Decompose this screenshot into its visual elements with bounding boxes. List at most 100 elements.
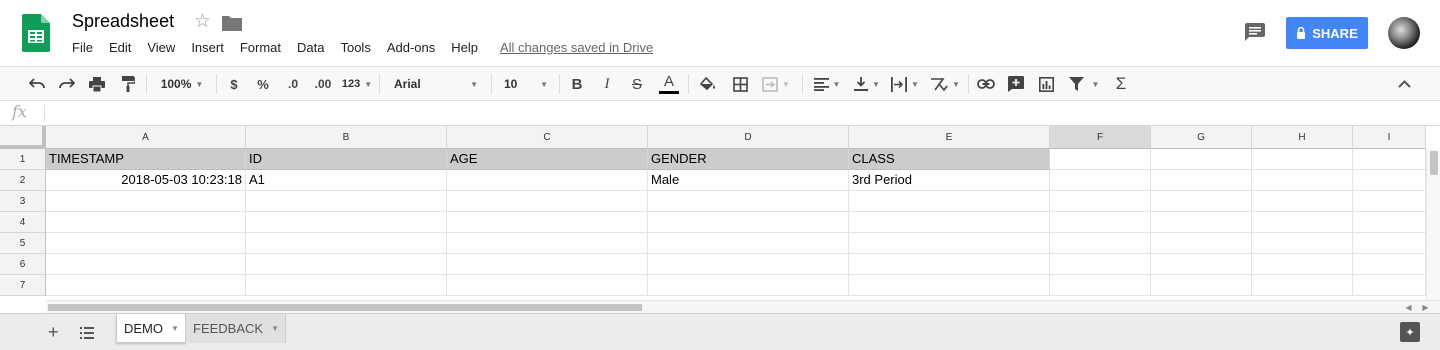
fill-color-icon[interactable] — [697, 67, 719, 101]
menu-format[interactable]: Format — [232, 39, 289, 57]
filter-icon[interactable]: ▼ — [1064, 67, 1104, 101]
cell-d7[interactable] — [648, 275, 849, 296]
cell-b4[interactable] — [246, 212, 447, 233]
cell-c1[interactable]: AGE — [447, 149, 648, 170]
sheet-tab-demo[interactable]: DEMO ▼ — [116, 314, 186, 343]
undo-icon[interactable] — [26, 67, 48, 101]
row-header-1[interactable]: 1 — [0, 149, 46, 170]
cell-f3[interactable] — [1050, 191, 1151, 212]
bold-button[interactable]: B — [567, 67, 587, 101]
insert-comment-icon[interactable] — [1005, 67, 1027, 101]
font-size-select[interactable]: 10 ▼ — [498, 67, 554, 101]
cell-e4[interactable] — [849, 212, 1050, 233]
cell-i7[interactable] — [1353, 275, 1426, 296]
star-icon[interactable]: ☆ — [194, 11, 211, 33]
cell-a3[interactable] — [46, 191, 246, 212]
horizontal-scroll-thumb[interactable] — [48, 304, 642, 311]
increase-decimal-button[interactable]: .00 — [310, 67, 336, 101]
sheet-tab-feedback[interactable]: FEEDBACK ▼ — [186, 314, 286, 343]
more-formats-select[interactable]: 123 ▼ — [340, 67, 374, 101]
spreadsheet-grid[interactable]: A B C D E F G H I 1 TIMESTAMP ID AGE GENDER CLASS 2 2018… — [0, 126, 1440, 312]
vertical-align-icon[interactable]: ▼ — [850, 67, 884, 101]
cell-i4[interactable] — [1353, 212, 1426, 233]
cell-i1[interactable] — [1353, 149, 1426, 170]
cell-h1[interactable] — [1252, 149, 1353, 170]
cell-g6[interactable] — [1151, 254, 1252, 275]
cell-i3[interactable] — [1353, 191, 1426, 212]
cell-d1[interactable]: GENDER — [648, 149, 849, 170]
merge-cells-icon[interactable]: ▼ — [758, 67, 794, 101]
cell-e3[interactable] — [849, 191, 1050, 212]
menu-insert[interactable]: Insert — [183, 39, 232, 57]
select-all-corner[interactable] — [0, 126, 46, 149]
strikethrough-button[interactable]: S — [627, 67, 647, 101]
zoom-select[interactable]: 100% ▼ — [152, 67, 212, 101]
folder-icon[interactable] — [222, 15, 242, 31]
decrease-decimal-button[interactable]: .0 — [282, 67, 304, 101]
cell-a2[interactable]: 2018-05-03 10:23:18 — [46, 170, 246, 191]
add-sheet-button[interactable]: + — [48, 322, 59, 342]
menu-edit[interactable]: Edit — [101, 39, 139, 57]
row-header-3[interactable]: 3 — [0, 191, 46, 212]
cell-e2[interactable]: 3rd Period — [849, 170, 1050, 191]
cell-i6[interactable] — [1353, 254, 1426, 275]
cell-c2[interactable] — [447, 170, 648, 191]
cell-d4[interactable] — [648, 212, 849, 233]
cell-e7[interactable] — [849, 275, 1050, 296]
menu-view[interactable]: View — [139, 39, 183, 57]
text-color-button[interactable]: A — [658, 67, 680, 101]
column-header-e[interactable]: E — [849, 126, 1050, 149]
cell-g4[interactable] — [1151, 212, 1252, 233]
cell-g3[interactable] — [1151, 191, 1252, 212]
chevron-down-icon[interactable]: ▼ — [271, 324, 279, 333]
menu-tools[interactable]: Tools — [332, 39, 378, 57]
cell-f1[interactable] — [1050, 149, 1151, 170]
cell-h3[interactable] — [1252, 191, 1353, 212]
menu-add-ons[interactable]: Add-ons — [379, 39, 443, 57]
formula-input[interactable] — [50, 101, 1430, 125]
save-status-link[interactable]: All changes saved in Drive — [500, 39, 653, 57]
insert-link-icon[interactable] — [975, 67, 997, 101]
menu-file[interactable]: File — [64, 39, 101, 57]
cell-b5[interactable] — [246, 233, 447, 254]
scroll-left-icon[interactable]: ◀ — [1403, 302, 1414, 313]
cell-h7[interactable] — [1252, 275, 1353, 296]
cell-g2[interactable] — [1151, 170, 1252, 191]
column-header-h[interactable]: H — [1252, 126, 1353, 149]
cell-d5[interactable] — [648, 233, 849, 254]
cell-a1[interactable]: TIMESTAMP — [46, 149, 246, 170]
explore-icon[interactable]: ✦ — [1400, 322, 1420, 342]
document-title[interactable]: Spreadsheet — [72, 11, 174, 32]
cell-f7[interactable] — [1050, 275, 1151, 296]
cell-a4[interactable] — [46, 212, 246, 233]
column-header-d[interactable]: D — [648, 126, 849, 149]
row-header-4[interactable]: 4 — [0, 212, 46, 233]
comment-icon[interactable] — [1245, 23, 1265, 41]
cell-e5[interactable] — [849, 233, 1050, 254]
all-sheets-icon[interactable] — [80, 327, 94, 339]
cell-a5[interactable] — [46, 233, 246, 254]
currency-format-button[interactable]: $ — [224, 67, 244, 101]
percent-format-button[interactable]: % — [253, 67, 273, 101]
text-rotation-icon[interactable]: ▼ — [927, 67, 963, 101]
cell-b6[interactable] — [246, 254, 447, 275]
vertical-scroll-thumb[interactable] — [1430, 151, 1438, 175]
cell-c3[interactable] — [447, 191, 648, 212]
cell-d3[interactable] — [648, 191, 849, 212]
sheets-logo-icon[interactable] — [22, 14, 50, 52]
cell-e6[interactable] — [849, 254, 1050, 275]
cell-f2[interactable] — [1050, 170, 1151, 191]
cell-i2[interactable] — [1353, 170, 1426, 191]
cell-f5[interactable] — [1050, 233, 1151, 254]
print-icon[interactable] — [86, 67, 108, 101]
horizontal-scrollbar[interactable]: ◀ ▶ — [46, 300, 1440, 313]
cell-i5[interactable] — [1353, 233, 1426, 254]
column-header-g[interactable]: G — [1151, 126, 1252, 149]
cell-a7[interactable] — [46, 275, 246, 296]
cell-d2[interactable]: Male — [648, 170, 849, 191]
cell-g5[interactable] — [1151, 233, 1252, 254]
cell-g1[interactable] — [1151, 149, 1252, 170]
vertical-scrollbar[interactable] — [1426, 149, 1440, 312]
column-header-c[interactable]: C — [447, 126, 648, 149]
scroll-right-icon[interactable]: ▶ — [1420, 302, 1431, 313]
